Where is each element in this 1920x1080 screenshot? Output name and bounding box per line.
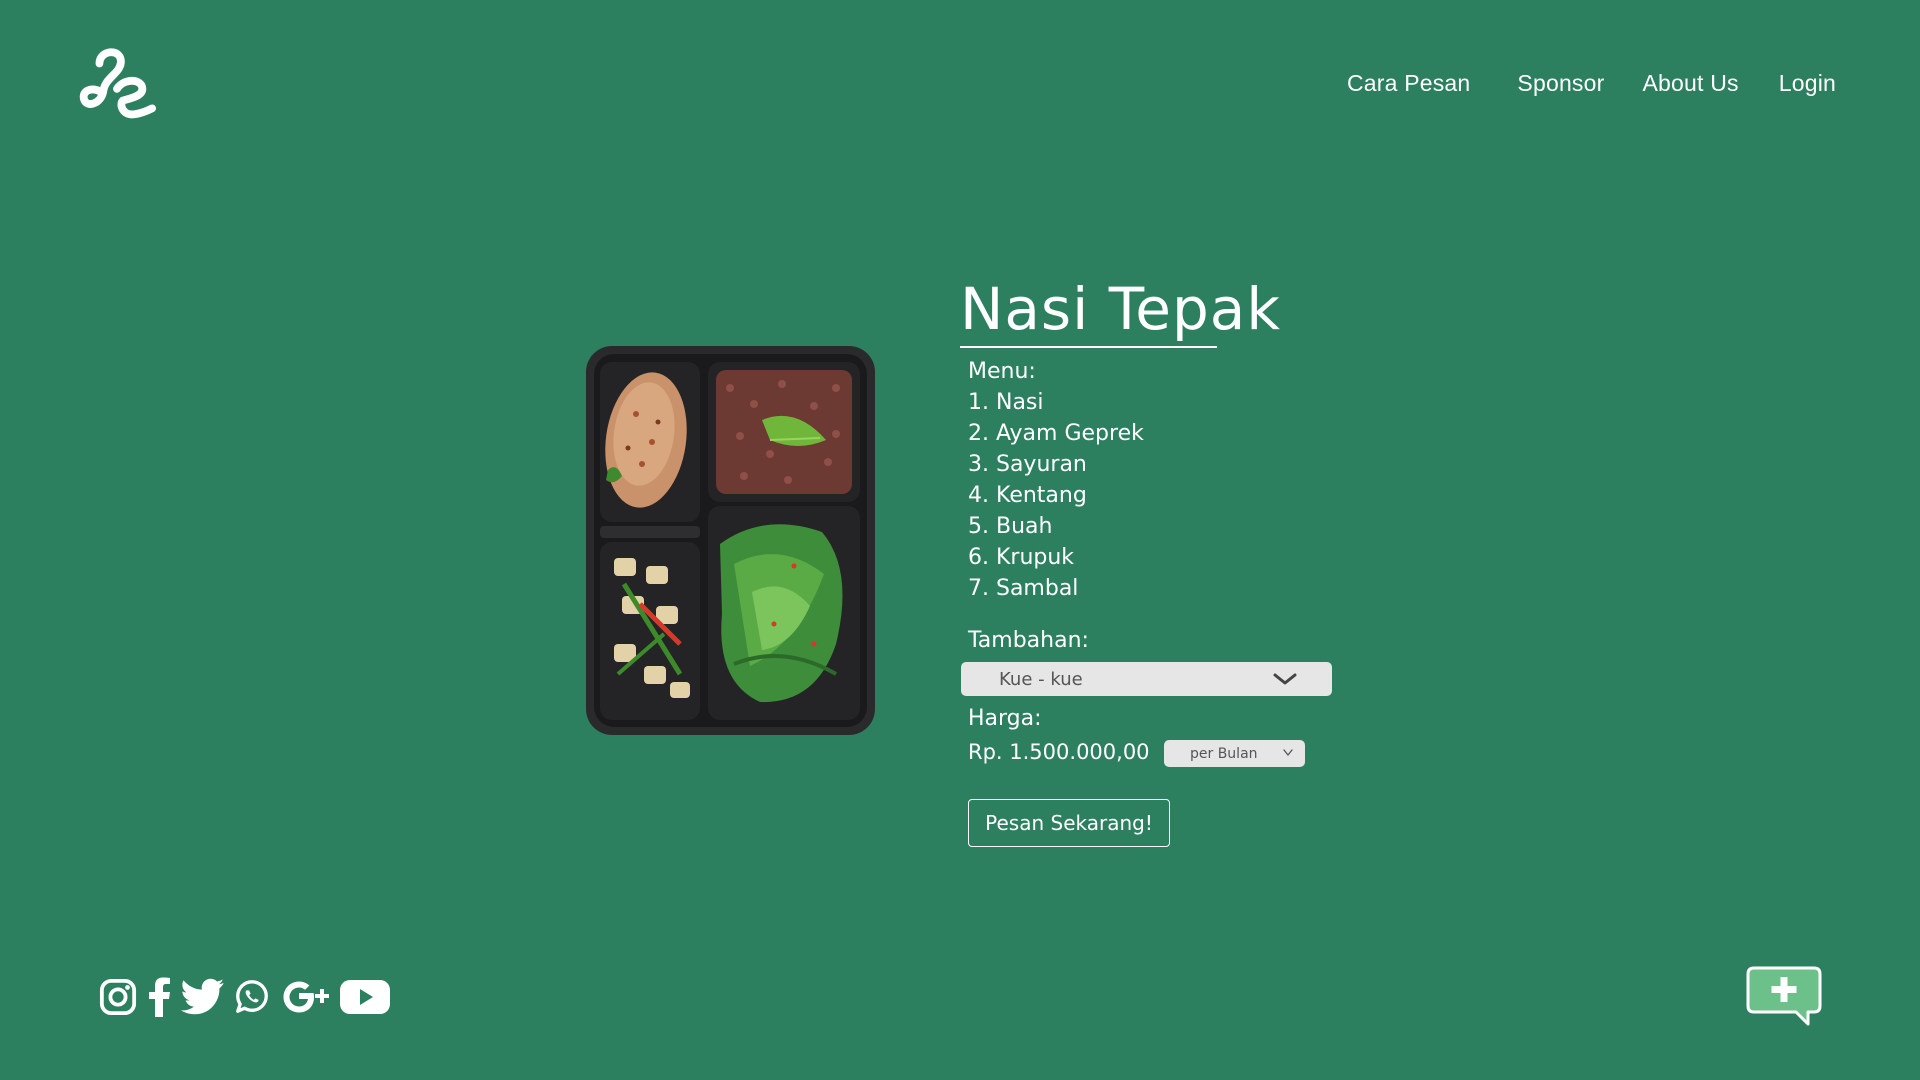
- tambahan-select[interactable]: Kue - kue: [961, 662, 1332, 696]
- tambahan-selected-value: Kue - kue: [999, 668, 1083, 690]
- nav-link-sponsor[interactable]: Sponsor: [1517, 70, 1604, 97]
- google-plus-icon[interactable]: [279, 977, 331, 1017]
- chevron-down-icon: [1273, 673, 1297, 685]
- period-selected-value: per Bulan: [1190, 745, 1258, 762]
- chevron-down-icon: [1283, 749, 1293, 757]
- product-title: Nasi Tepak: [960, 275, 1281, 343]
- harga-label: Harga:: [968, 706, 1042, 731]
- facebook-icon[interactable]: [145, 977, 173, 1017]
- menu-item: 7. Sambal: [968, 576, 1079, 601]
- chat-plus-button[interactable]: [1746, 966, 1822, 1028]
- top-nav: Cara Pesan Sponsor About Us Login: [1347, 70, 1836, 97]
- price-value: Rp. 1.500.000,00: [968, 740, 1150, 764]
- brand-logo-icon[interactable]: [78, 44, 156, 122]
- menu-section: Menu: 1. Nasi 2. Ayam Geprek 3. Sayuran …: [968, 356, 1144, 604]
- menu-label: Menu:: [968, 359, 1036, 384]
- nav-link-cara-pesan[interactable]: Cara Pesan: [1347, 70, 1470, 97]
- menu-item: 5. Buah: [968, 514, 1053, 539]
- menu-item: 2. Ayam Geprek: [968, 421, 1144, 446]
- instagram-icon[interactable]: [99, 977, 137, 1017]
- title-underline: [960, 346, 1217, 348]
- menu-item: 4. Kentang: [968, 483, 1087, 508]
- youtube-icon[interactable]: [339, 977, 391, 1017]
- whatsapp-icon[interactable]: [233, 977, 271, 1017]
- period-select[interactable]: per Bulan: [1164, 740, 1305, 767]
- twitter-icon[interactable]: [181, 977, 225, 1017]
- product-image: [586, 346, 875, 735]
- menu-item: 6. Krupuk: [968, 545, 1075, 570]
- menu-item: 1. Nasi: [968, 390, 1044, 415]
- tambahan-label: Tambahan:: [968, 628, 1089, 653]
- nav-link-about-us[interactable]: About Us: [1643, 70, 1739, 97]
- order-now-button[interactable]: Pesan Sekarang!: [968, 799, 1170, 847]
- nav-link-login[interactable]: Login: [1779, 70, 1836, 97]
- menu-list: 1. Nasi 2. Ayam Geprek 3. Sayuran 4. Ken…: [968, 387, 1144, 604]
- menu-item: 3. Sayuran: [968, 452, 1087, 477]
- social-links: [99, 977, 391, 1017]
